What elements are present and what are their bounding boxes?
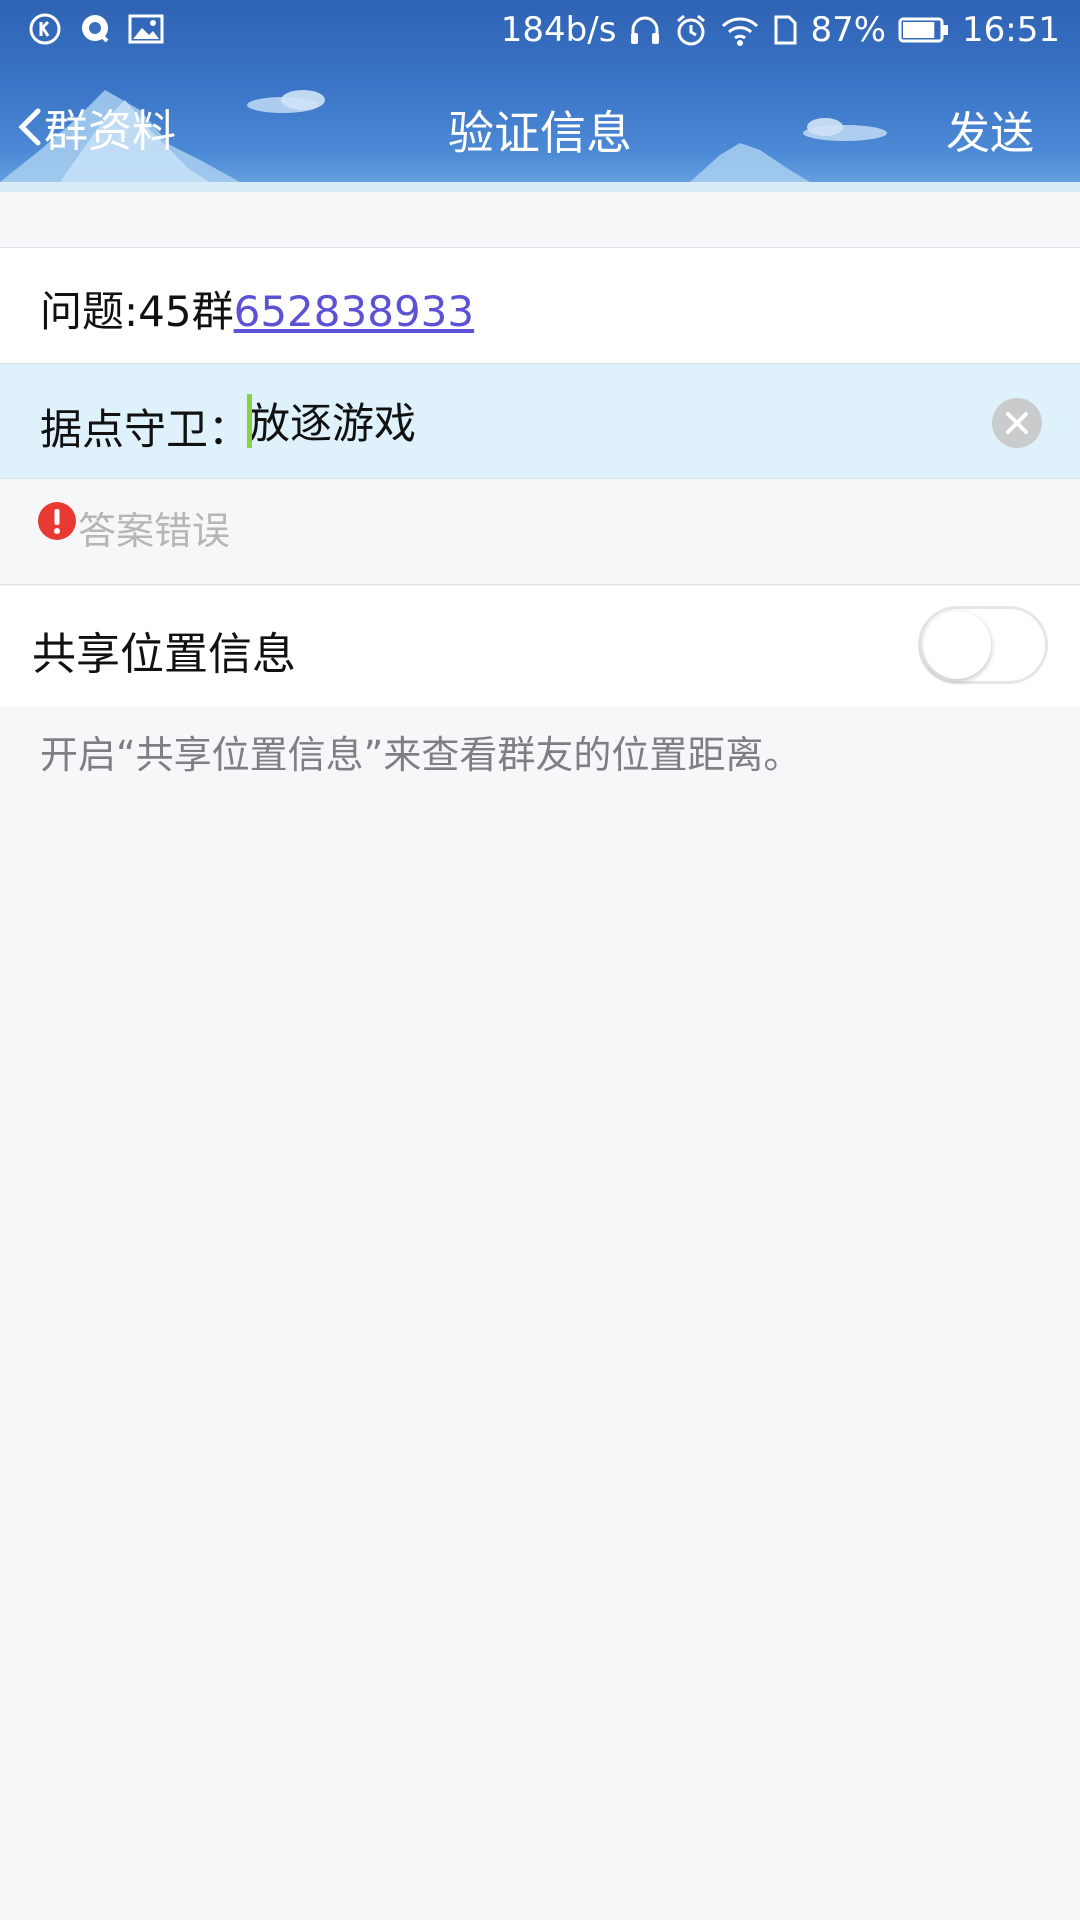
- group-number-link[interactable]: 652838933: [234, 287, 475, 336]
- clear-button[interactable]: [992, 398, 1042, 448]
- q-icon: [82, 15, 109, 43]
- wifi-icon: [722, 17, 759, 46]
- battery-icon: [898, 17, 949, 43]
- answer-input[interactable]: [248, 390, 948, 450]
- question-prefix: 问题:45群: [40, 287, 234, 336]
- status-time: 16:51: [962, 10, 1060, 50]
- k-icon: [29, 13, 61, 45]
- header: 184b/s 87% 16:51 群资料 验证信息 发送: [0, 0, 1080, 192]
- battery-percent: 87%: [810, 10, 887, 50]
- share-location-label: 共享位置信息: [32, 629, 296, 680]
- gallery-icon: [128, 14, 164, 44]
- status-left: [28, 12, 164, 46]
- share-location-hint: 开启“共享位置信息”来查看群友的位置距离。: [40, 733, 802, 777]
- alarm-icon: [677, 14, 706, 46]
- status-right: 184b/s 87% 16:51: [501, 10, 1060, 50]
- question-row: 问题:45群652838933: [0, 248, 1080, 363]
- answer-row: 据点守卫：: [0, 363, 1080, 479]
- question-text: 问题:45群652838933: [40, 278, 474, 339]
- send-button[interactable]: 发送: [946, 97, 1034, 161]
- page-title: 验证信息: [448, 106, 632, 160]
- toggle-knob: [923, 611, 991, 679]
- network-speed: 184b/s: [500, 10, 617, 50]
- sim-icon: [774, 15, 797, 45]
- nav-bar: 群资料 验证信息 发送: [0, 85, 1080, 175]
- close-icon: [1006, 412, 1028, 434]
- answer-label: 据点守卫：: [40, 405, 251, 454]
- share-location-toggle[interactable]: [918, 606, 1048, 684]
- headphone-icon: [631, 16, 660, 44]
- error-row: 答案错误: [0, 480, 1080, 585]
- error-icon: [38, 502, 76, 540]
- header-bottom-edge: [0, 182, 1080, 192]
- share-location-row: 共享位置信息: [0, 586, 1080, 706]
- text-caret: [247, 394, 252, 448]
- status-bar: 184b/s 87% 16:51: [0, 0, 1080, 62]
- error-message: 答案错误: [78, 509, 231, 553]
- section-gap: [0, 192, 1080, 248]
